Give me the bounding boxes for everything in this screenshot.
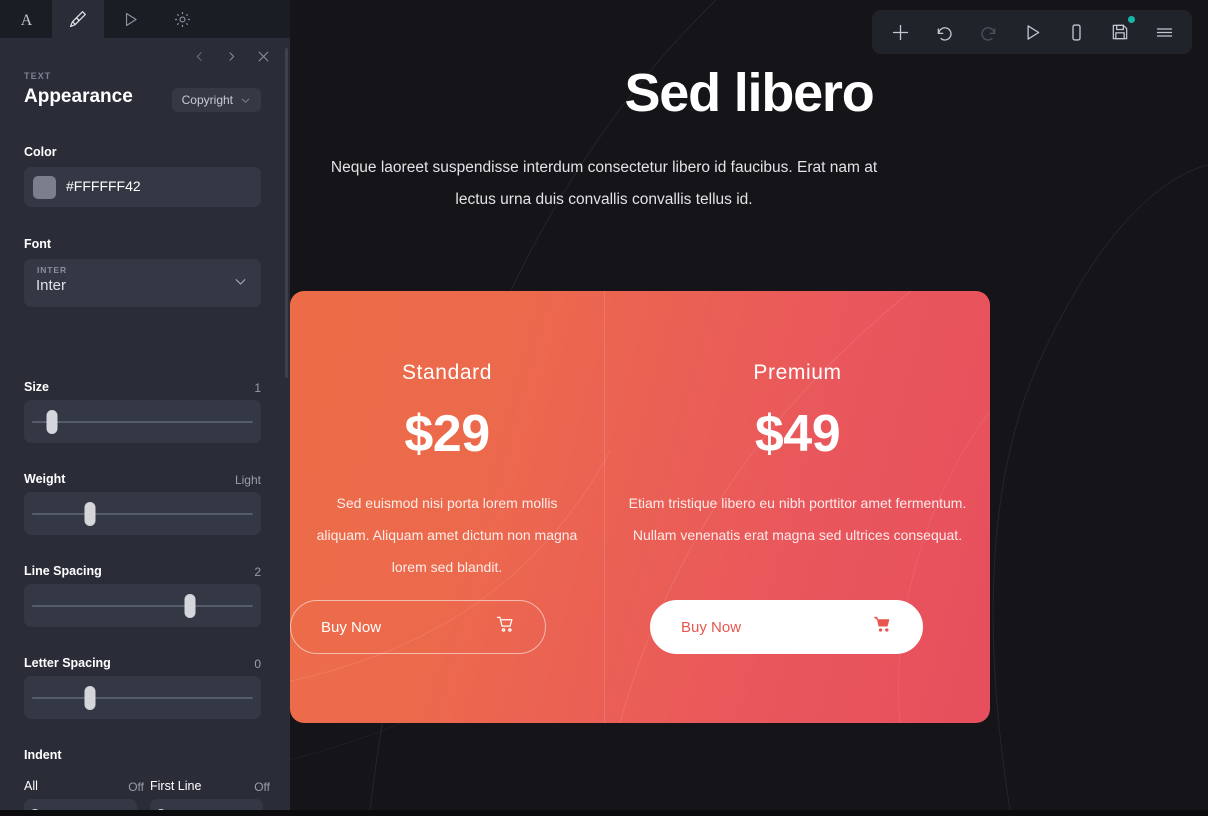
slider-thumb[interactable] — [84, 686, 96, 710]
slider-thumb[interactable] — [84, 502, 96, 526]
tab-preview[interactable] — [104, 0, 156, 38]
preview-button[interactable] — [1010, 12, 1054, 52]
plan-description: Sed euismod nisi porta lorem mollis aliq… — [316, 495, 578, 575]
weight-value: Light — [234, 473, 261, 487]
slider-track — [32, 421, 253, 423]
shopping-cart-icon — [496, 615, 515, 639]
chevron-down-icon — [241, 98, 250, 103]
window-bottom-edge — [0, 810, 1208, 816]
buy-now-button-premium[interactable]: Buy Now — [650, 600, 923, 654]
tab-text[interactable]: A — [0, 0, 52, 38]
tab-settings[interactable] — [156, 0, 208, 38]
font-section: Font INTER Inter — [0, 237, 290, 307]
line-spacing-slider[interactable] — [24, 584, 261, 627]
pricing-section[interactable]: Standard $29 Sed euismod nisi porta lore… — [290, 291, 990, 723]
plan-price: $49 — [754, 405, 841, 463]
color-hex-value: #FFFFFF42 — [66, 178, 141, 194]
indent-all-slider[interactable] — [24, 799, 137, 810]
color-section: Color #FFFFFF42 — [0, 145, 290, 215]
letter-spacing-slider[interactable] — [24, 676, 261, 719]
indent-all-value: Off — [128, 780, 144, 794]
plan-name: Standard — [401, 361, 493, 384]
font-select[interactable]: INTER Inter — [24, 259, 261, 307]
letter-spacing-label: Letter Spacing — [24, 656, 111, 670]
svg-text:A: A — [20, 12, 32, 29]
line-spacing-value: 2 — [254, 565, 261, 579]
indent-first-line-slider[interactable] — [150, 799, 263, 810]
tab-appearance[interactable] — [52, 0, 104, 38]
device-button[interactable] — [1054, 12, 1098, 52]
top-toolbar — [872, 10, 1192, 54]
plan-name: Premium — [753, 361, 842, 384]
scope-dropdown-label: Copyright — [181, 93, 233, 107]
weight-slider[interactable] — [24, 492, 261, 535]
slider-track — [32, 605, 253, 607]
panel-nav — [186, 43, 276, 69]
redo-button[interactable] — [966, 12, 1010, 52]
hero-subtitle: Neque laoreet suspendisse interdum conse… — [330, 159, 878, 208]
menu-button[interactable] — [1142, 12, 1186, 52]
slider-thumb[interactable] — [46, 410, 58, 434]
add-button[interactable] — [878, 12, 922, 52]
color-label: Color — [24, 145, 57, 159]
size-slider[interactable] — [24, 400, 261, 443]
buy-now-button-standard[interactable]: Buy Now — [290, 600, 546, 654]
size-value: 1 — [254, 381, 261, 395]
line-spacing-label: Line Spacing — [24, 564, 102, 578]
buy-now-label: Buy Now — [321, 618, 382, 636]
unsaved-changes-badge — [1128, 16, 1135, 23]
undo-button[interactable] — [922, 12, 966, 52]
close-icon[interactable] — [250, 43, 276, 69]
indent-label: Indent — [24, 748, 62, 762]
scope-dropdown[interactable]: Copyright — [171, 88, 261, 112]
buy-now-label: Buy Now — [681, 618, 742, 636]
panel-tab-bar: A — [0, 0, 290, 38]
slider-thumb[interactable] — [184, 594, 196, 618]
pricing-card-premium[interactable]: Premium $49 Etiam tristique libero eu ni… — [605, 291, 990, 723]
forward-chevron-icon[interactable] — [218, 43, 244, 69]
indent-first-line-label: First Line — [150, 779, 202, 793]
slider-track — [32, 513, 253, 515]
shopping-cart-icon — [873, 615, 892, 639]
font-superscript: INTER — [37, 265, 67, 275]
font-label: Font — [24, 237, 52, 251]
appearance-panel: TEXT Appearance Copyright Color #FFFFFF4… — [0, 38, 290, 810]
slider-track — [32, 697, 253, 699]
plan-description: Etiam tristique libero eu nibh porttitor… — [628, 495, 967, 543]
chevron-down-icon — [233, 274, 248, 294]
indent-all-label: All — [24, 779, 38, 793]
indent-first-line-value: Off — [254, 780, 270, 794]
page-title: Sed libero — [624, 63, 874, 123]
size-label: Size — [24, 380, 50, 394]
color-field[interactable]: #FFFFFF42 — [24, 167, 261, 207]
save-button[interactable] — [1098, 12, 1142, 52]
panel-kicker: TEXT — [24, 71, 52, 81]
font-value: Inter — [36, 277, 67, 294]
letter-spacing-value: 0 — [254, 657, 261, 671]
pricing-card-standard[interactable]: Standard $29 Sed euismod nisi porta lore… — [290, 291, 604, 723]
panel-title: Appearance — [24, 86, 133, 107]
app-window: Sed libero Neque laoreet suspendisse int… — [0, 0, 1208, 816]
plan-price: $29 — [404, 405, 490, 463]
back-chevron-icon[interactable] — [186, 43, 212, 69]
color-swatch[interactable] — [33, 176, 56, 199]
weight-label: Weight — [24, 472, 66, 486]
panel-scrollbar[interactable] — [285, 48, 288, 378]
